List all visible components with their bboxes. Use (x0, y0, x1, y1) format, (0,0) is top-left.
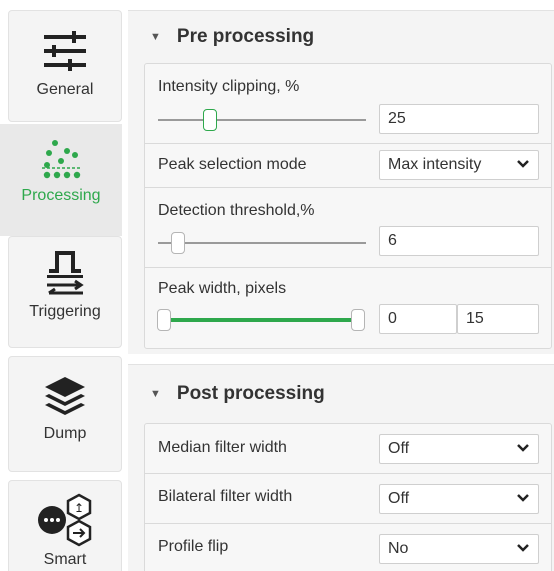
chevron-down-icon (517, 544, 529, 552)
section-title: Post processing (176, 383, 325, 404)
peak-width-max-input[interactable]: 15 (457, 304, 539, 334)
detection-threshold-input[interactable]: 6 (379, 226, 539, 256)
layers-icon (45, 377, 85, 415)
peak-width-max-thumb[interactable] (351, 309, 365, 331)
bilateral-filter-select[interactable]: Off (379, 484, 539, 514)
median-filter-value: Off (388, 440, 410, 457)
median-filter-label: Median filter width (158, 439, 287, 456)
intensity-slider-thumb[interactable] (203, 109, 217, 131)
peak-width-label: Peak width, pixels (158, 280, 287, 297)
chevron-down-icon (517, 160, 529, 168)
sidebar-item-triggering[interactable]: Triggering (8, 236, 122, 348)
sidebar-item-label: Processing (21, 187, 101, 204)
chevron-down-icon (517, 444, 529, 452)
post-processing-header[interactable]: ▼ Post processing (128, 365, 554, 423)
peak-selection-select[interactable]: Max intensity (379, 150, 539, 180)
section-title: Pre processing (176, 26, 315, 47)
pre-processing-section: ▼ Pre processing Intensity clipping, % 2… (128, 10, 554, 354)
profile-flip-row: Profile flip No (145, 524, 551, 571)
peak-selection-value: Max intensity (388, 156, 482, 173)
sidebar-item-processing[interactable]: Processing (0, 124, 122, 236)
sidebar-item-label: Dump (43, 425, 87, 442)
peak-width-min-thumb[interactable] (157, 309, 171, 331)
intensity-slider-track[interactable] (158, 119, 366, 121)
sidebar-item-label: Triggering (29, 303, 101, 320)
pre-processing-header[interactable]: ▼ Pre processing (128, 11, 554, 63)
intensity-clipping-input[interactable]: 25 (379, 104, 539, 134)
bilateral-filter-row: Bilateral filter width Off (145, 474, 551, 524)
profile-flip-select[interactable]: No (379, 534, 539, 564)
median-filter-select[interactable]: Off (379, 434, 539, 464)
sidebar-item-general[interactable]: General (8, 10, 122, 122)
smart-gears-icon: ↥ (38, 493, 92, 547)
pre-processing-panel: Intensity clipping, % 25 Peak selection … (144, 63, 552, 349)
sidebar-item-label: General (36, 81, 94, 98)
threshold-slider-thumb[interactable] (171, 232, 185, 254)
collapse-triangle-icon: ▼ (150, 31, 161, 43)
profile-flip-label: Profile flip (158, 538, 229, 555)
sidebar-item-dump[interactable]: Dump (8, 356, 122, 472)
median-filter-row: Median filter width Off (145, 424, 551, 474)
detection-threshold-label: Detection threshold,% (158, 202, 315, 219)
dots-processing-icon (42, 140, 81, 179)
chevron-down-icon (517, 494, 529, 502)
svg-text:↥: ↥ (74, 501, 84, 515)
peak-selection-row: Peak selection mode Max intensity (145, 144, 551, 188)
bilateral-filter-label: Bilateral filter width (158, 488, 293, 505)
collapse-triangle-icon: ▼ (150, 388, 161, 400)
detection-threshold-row: Detection threshold,% 6 (145, 188, 551, 268)
threshold-slider-track[interactable] (158, 242, 366, 244)
sidebar-item-smart[interactable]: ↥ Smart (8, 480, 122, 571)
sliders-icon (44, 31, 86, 71)
peak-width-min-input[interactable]: 0 (379, 304, 457, 334)
trigger-pulse-icon (47, 251, 84, 295)
peak-selection-label: Peak selection mode (158, 156, 307, 173)
post-processing-section: ▼ Post processing Median filter width Of… (128, 364, 554, 571)
profile-flip-value: No (388, 540, 409, 557)
sidebar-item-label: Smart (43, 551, 87, 568)
sidebar: General Processing Triggering Dump ↥ Sma… (0, 0, 128, 571)
bilateral-filter-value: Off (388, 490, 410, 507)
post-processing-panel: Median filter width Off Bilateral filter… (144, 423, 552, 571)
intensity-clipping-row: Intensity clipping, % 25 (145, 64, 551, 144)
intensity-clipping-label: Intensity clipping, % (158, 78, 300, 95)
peak-width-row: Peak width, pixels 0 15 (145, 268, 551, 348)
peak-width-slider-range[interactable] (163, 318, 361, 322)
